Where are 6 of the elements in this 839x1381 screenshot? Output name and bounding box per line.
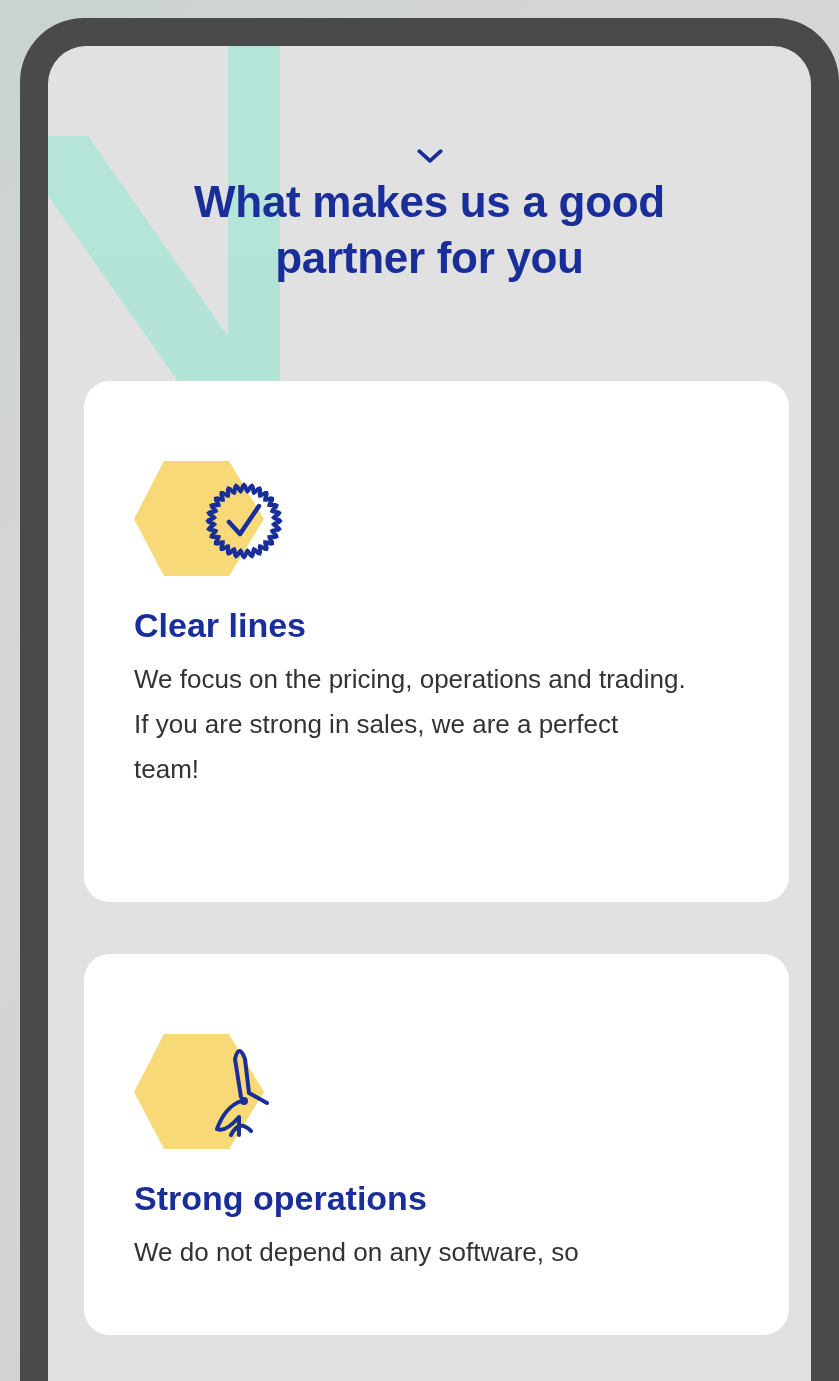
feature-description: We do not depend on any software, so <box>134 1236 580 1269</box>
feature-title: Clear lines <box>134 606 307 645</box>
section-heading: What makes us a good partner for you <box>193 176 666 284</box>
feature-title: Strong operations <box>134 1179 428 1218</box>
feature-description: We focus on the pricing, operations and trading. If you are strong in sales, we are a perfect team! <box>134 663 687 786</box>
chevron-down-icon[interactable] <box>416 149 443 164</box>
